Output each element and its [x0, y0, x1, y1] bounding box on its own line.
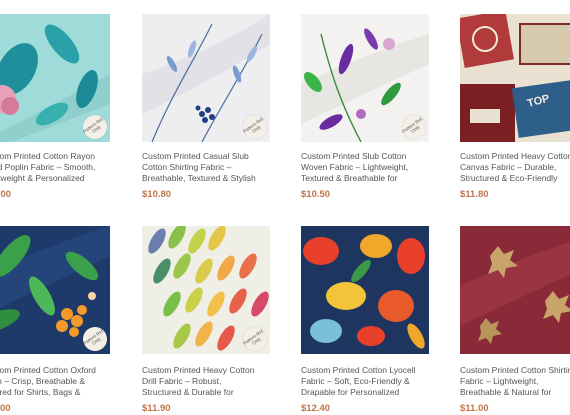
product-title[interactable]: Custom Printed Heavy Cotton Canvas Fabri…	[460, 151, 570, 184]
product-title[interactable]: Custom Printed Cotton Oxford Cloth – Cri…	[0, 365, 122, 398]
product-image[interactable]: Pattern Ref. Only	[0, 226, 110, 354]
product-price: $12.00	[0, 189, 12, 200]
product-image[interactable]	[301, 226, 429, 354]
product-price: $12.40	[301, 403, 331, 414]
product-image[interactable]: Pattern Ref. Only	[301, 14, 429, 142]
product-title[interactable]: Custom Printed Slub Cotton Woven Fabric …	[301, 151, 441, 184]
product-price: $11.80	[460, 189, 489, 200]
product-image[interactable]: Pattern Ref. Only	[142, 14, 270, 142]
product-image[interactable]: TOP	[460, 14, 570, 142]
product-price: $11.00	[460, 403, 489, 414]
product-price: $10.50	[301, 189, 331, 200]
product-title[interactable]: Custom Printed Cotton Shirting Fabric – …	[460, 365, 570, 398]
product-image[interactable]: Pattern Ref. Only	[0, 14, 110, 142]
product-title[interactable]: Custom Printed Casual Slub Cotton Shirti…	[142, 151, 282, 184]
product-price: $11.00	[0, 403, 11, 414]
product-price: $11.90	[142, 403, 171, 414]
product-price: $10.80	[142, 189, 172, 200]
product-title[interactable]: Custom Printed Cotton Lyocell Fabric – S…	[301, 365, 441, 398]
product-image[interactable]: Pattern Ref. Only	[142, 226, 270, 354]
product-title[interactable]: Custom Printed Cotton Rayon Hand Poplin …	[0, 151, 122, 184]
product-title[interactable]: Custom Printed Heavy Cotton Drill Fabric…	[142, 365, 282, 398]
product-image[interactable]	[460, 226, 570, 354]
